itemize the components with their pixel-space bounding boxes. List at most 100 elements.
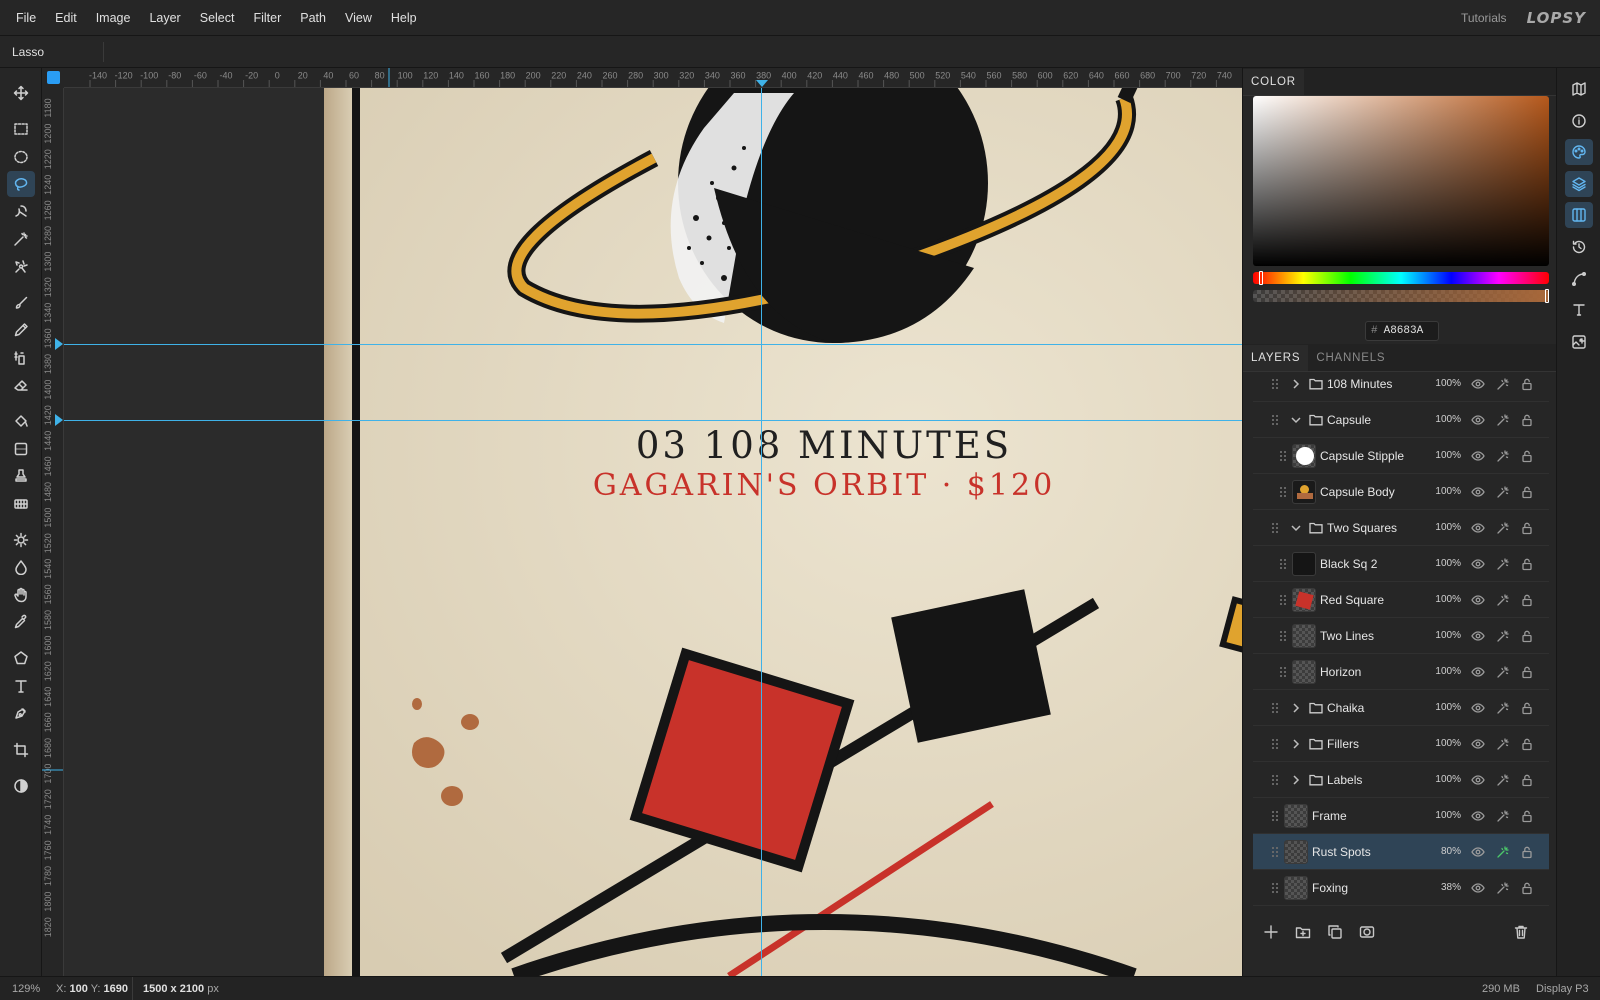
guide-marker[interactable] <box>55 414 63 426</box>
layer-name[interactable]: Frame <box>1312 798 1347 834</box>
layer-row-capsule-stipple[interactable]: Capsule Stipple 100% <box>1253 438 1549 474</box>
layer-opacity[interactable]: 100% <box>1431 618 1461 654</box>
add-layer-button[interactable] <box>1263 924 1279 940</box>
visibility-toggle[interactable] <box>1471 881 1485 895</box>
panel-button-type[interactable] <box>1565 297 1593 323</box>
tool-object-select[interactable] <box>7 254 35 280</box>
visibility-toggle[interactable] <box>1471 557 1485 571</box>
layer-opacity[interactable]: 100% <box>1431 582 1461 618</box>
lock-toggle[interactable] <box>1520 557 1534 571</box>
panel-button-layers[interactable] <box>1565 171 1593 197</box>
tool-pencil[interactable] <box>7 317 35 343</box>
tool-ellipse-select[interactable] <box>7 144 35 170</box>
menu-help[interactable]: Help <box>381 11 426 25</box>
effects-toggle[interactable] <box>1496 665 1510 679</box>
layer-row-foxing[interactable]: Foxing 38% <box>1253 870 1549 906</box>
hex-color-input[interactable]: # A8683A <box>1365 321 1439 341</box>
lock-toggle[interactable] <box>1520 845 1534 859</box>
layer-name[interactable]: Labels <box>1327 762 1362 798</box>
visibility-toggle[interactable] <box>1471 593 1485 607</box>
layer-opacity[interactable]: 100% <box>1431 690 1461 726</box>
visibility-toggle[interactable] <box>1471 845 1485 859</box>
layer-name[interactable]: Capsule <box>1327 402 1371 438</box>
tool-contrast[interactable] <box>7 773 35 799</box>
effects-toggle[interactable] <box>1496 773 1510 787</box>
drag-handle-icon[interactable] <box>1271 702 1279 714</box>
layer-row-two-squares[interactable]: Two Squares 100% <box>1253 510 1549 546</box>
horizontal-ruler[interactable]: -140 -120 -100 -80 -60 -40 -20 0 20 40 60 80 100 120 1… <box>64 68 1242 88</box>
layer-opacity[interactable]: 100% <box>1431 474 1461 510</box>
menu-filter[interactable]: Filter <box>243 11 290 25</box>
effects-toggle[interactable] <box>1496 737 1510 751</box>
guide-marker[interactable] <box>55 338 63 350</box>
layer-opacity[interactable]: 9% <box>1431 906 1461 912</box>
lock-toggle[interactable] <box>1520 665 1534 679</box>
new-group-button[interactable] <box>1295 924 1311 940</box>
guide-marker[interactable] <box>756 80 768 87</box>
layer-name[interactable]: Two Lines <box>1320 618 1374 654</box>
layer-opacity[interactable]: 100% <box>1431 510 1461 546</box>
lock-toggle[interactable] <box>1520 881 1534 895</box>
panel-button-map[interactable] <box>1565 76 1593 102</box>
effects-toggle[interactable] <box>1496 449 1510 463</box>
drag-handle-icon[interactable] <box>1279 450 1287 462</box>
effects-toggle[interactable] <box>1496 845 1510 859</box>
tool-clone[interactable] <box>7 345 35 371</box>
tool-text[interactable] <box>7 673 35 699</box>
expand-toggle[interactable] <box>1289 521 1303 535</box>
drag-handle-icon[interactable] <box>1271 846 1279 858</box>
lock-toggle[interactable] <box>1520 521 1534 535</box>
layer-row-capsule-body[interactable]: Capsule Body 100% <box>1253 474 1549 510</box>
expand-toggle[interactable] <box>1289 377 1303 391</box>
visibility-toggle[interactable] <box>1471 485 1485 499</box>
layer-row-labels[interactable]: Labels 100% <box>1253 762 1549 798</box>
visibility-toggle[interactable] <box>1471 773 1485 787</box>
tool-crop[interactable] <box>7 737 35 763</box>
effects-toggle[interactable] <box>1496 809 1510 823</box>
tool-fill[interactable] <box>7 408 35 434</box>
visibility-toggle[interactable] <box>1471 701 1485 715</box>
expand-toggle[interactable] <box>1289 773 1303 787</box>
tool-hand[interactable] <box>7 582 35 608</box>
visibility-toggle[interactable] <box>1471 377 1485 391</box>
layer-row-black-sq-2[interactable]: Black Sq 2 100% <box>1253 546 1549 582</box>
tutorials-link[interactable]: Tutorials <box>1461 11 1507 25</box>
tab-color[interactable]: COLOR <box>1243 69 1304 95</box>
layer-row-chaika[interactable]: Chaika 100% <box>1253 690 1549 726</box>
effects-toggle[interactable] <box>1496 881 1510 895</box>
lock-toggle[interactable] <box>1520 449 1534 463</box>
panel-button-channels[interactable] <box>1565 202 1593 228</box>
layer-row-red-square[interactable]: Red Square 100% <box>1253 582 1549 618</box>
tool-pen[interactable] <box>7 700 35 726</box>
lock-toggle[interactable] <box>1520 809 1534 823</box>
layer-name[interactable]: Paper Mottle <box>1312 906 1380 912</box>
drag-handle-icon[interactable] <box>1279 558 1287 570</box>
menu-path[interactable]: Path <box>290 11 335 25</box>
layer-opacity[interactable]: 100% <box>1431 798 1461 834</box>
layer-opacity[interactable]: 100% <box>1431 654 1461 690</box>
tool-brush[interactable] <box>7 290 35 316</box>
layer-opacity[interactable]: 100% <box>1431 438 1461 474</box>
tool-stamp[interactable] <box>7 463 35 489</box>
layer-name[interactable]: 108 Minutes <box>1327 374 1392 402</box>
expand-toggle[interactable] <box>1289 737 1303 751</box>
layer-name[interactable]: Chaika <box>1327 690 1364 726</box>
layer-name[interactable]: Black Sq 2 <box>1320 546 1377 582</box>
artboard[interactable]: 03 108 MINUTES GAGARIN'S ORBIT · $120 <box>324 88 1242 976</box>
layer-row-108-minutes[interactable]: 108 Minutes 100% <box>1253 374 1549 402</box>
layer-row-paper-mottle[interactable]: Paper Mottle 9% <box>1253 906 1549 912</box>
alpha-slider[interactable] <box>1253 290 1549 302</box>
tool-rect-select[interactable] <box>7 116 35 142</box>
visibility-toggle[interactable] <box>1471 521 1485 535</box>
layer-name[interactable]: Rust Spots <box>1312 834 1371 870</box>
lock-toggle[interactable] <box>1520 377 1534 391</box>
layer-opacity[interactable]: 38% <box>1431 870 1461 906</box>
duplicate-layer-button[interactable] <box>1327 924 1343 940</box>
ruler-origin-icon[interactable] <box>47 71 60 84</box>
visibility-toggle[interactable] <box>1471 665 1485 679</box>
visibility-toggle[interactable] <box>1471 449 1485 463</box>
effects-toggle[interactable] <box>1496 521 1510 535</box>
delete-layer-button[interactable] <box>1513 924 1529 940</box>
drag-handle-icon[interactable] <box>1279 666 1287 678</box>
layer-name[interactable]: Fillers <box>1327 726 1359 762</box>
